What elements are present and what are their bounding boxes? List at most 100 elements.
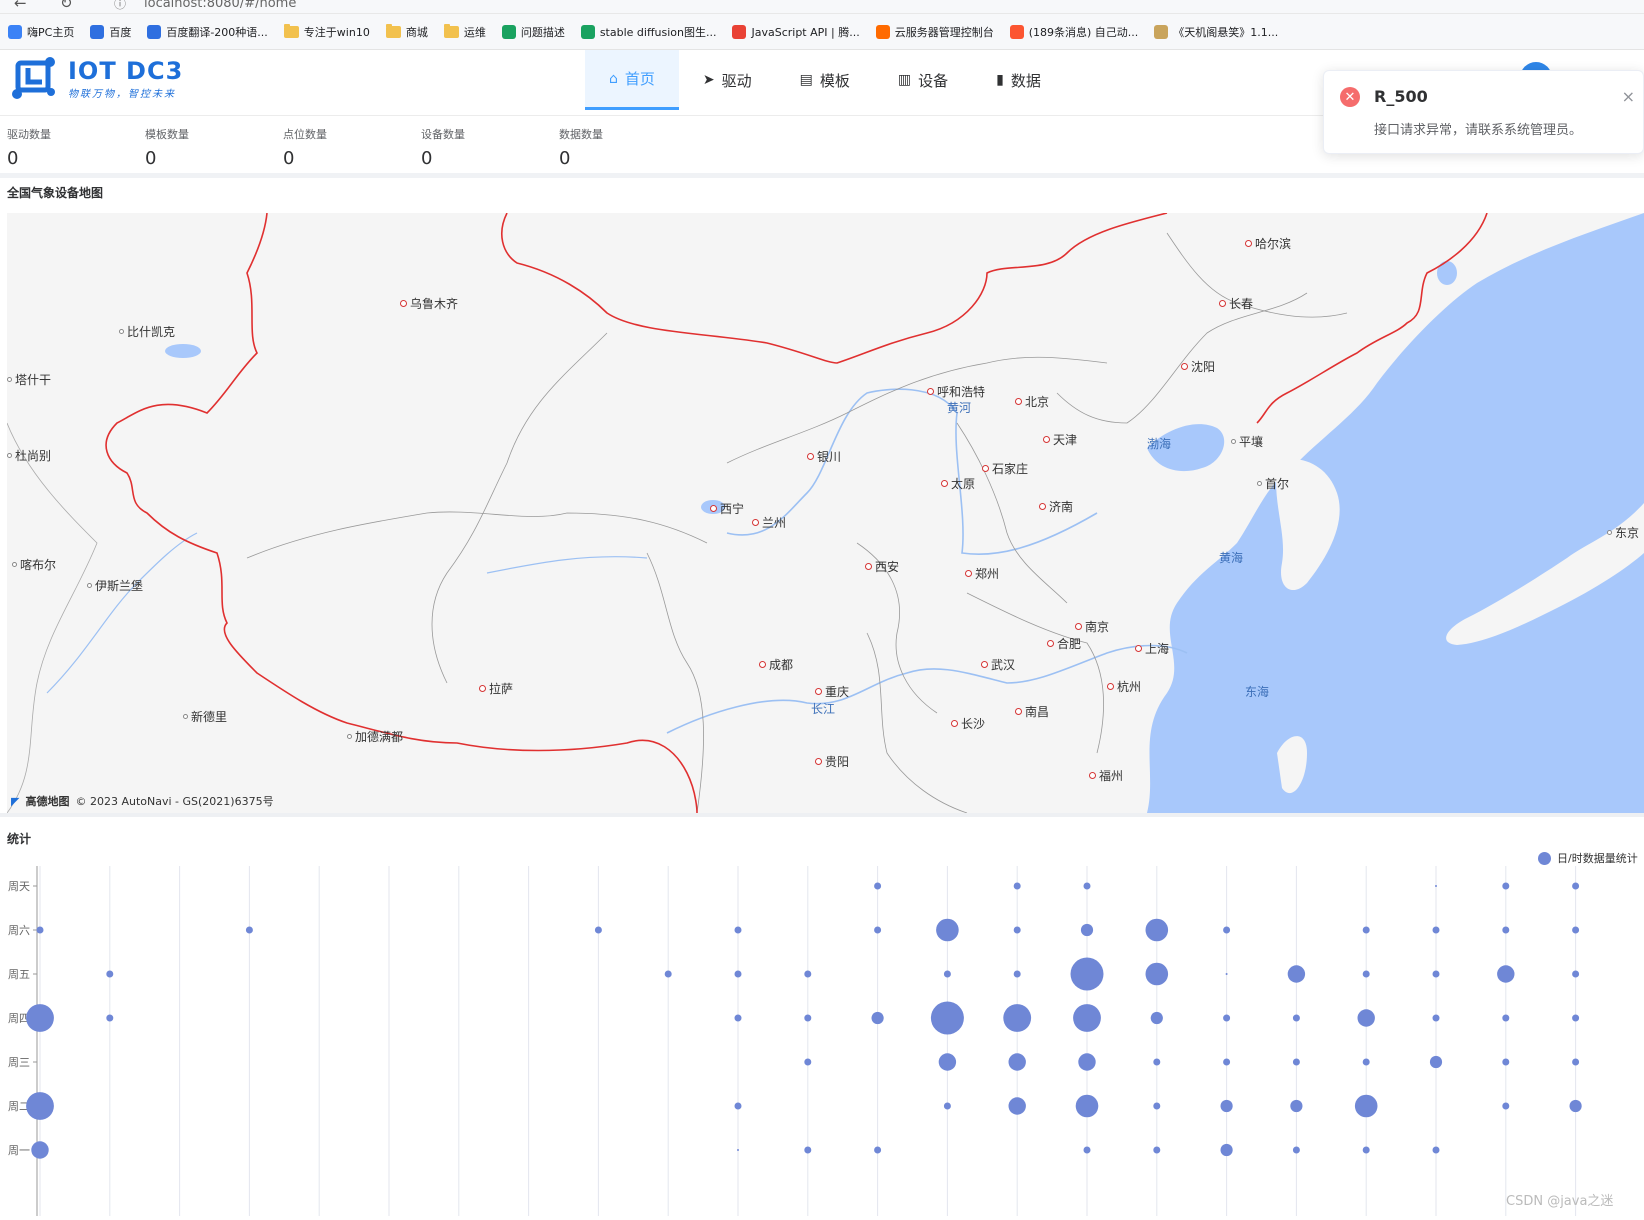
data-point[interactable] (1502, 1058, 1510, 1066)
data-point[interactable] (874, 882, 882, 890)
data-point[interactable] (1429, 1055, 1443, 1069)
data-point[interactable] (36, 926, 44, 934)
city-marker[interactable]: 喀布尔 (12, 556, 56, 573)
map-canvas[interactable] (7, 213, 1644, 813)
data-point[interactable] (245, 926, 253, 934)
city-marker[interactable]: 首尔 (1257, 475, 1289, 492)
data-point[interactable] (1502, 1014, 1510, 1022)
site-info-icon[interactable]: ⓘ (114, 0, 126, 12)
data-point[interactable] (938, 1053, 957, 1071)
bookmark-item[interactable]: 专注于win10 (283, 23, 370, 40)
city-marker[interactable]: 东京 (1607, 524, 1639, 541)
data-point[interactable] (1013, 926, 1021, 934)
logo[interactable]: IOT DC3 物联万物，智控未来 (10, 54, 183, 102)
bookmark-item[interactable]: JavaScript API | 腾... (732, 24, 860, 40)
bookmark-item[interactable]: 百度 (90, 24, 131, 40)
weather-device-map[interactable]: 哈尔滨 长春 沈阳 乌鲁木齐 比什凯克 塔什干 杜尚别 呼和浩特 北京 天津 平壤 首尔 银川 石家庄 太原… (7, 213, 1644, 813)
city-marker[interactable]: 武汉 (981, 656, 1015, 673)
data-point[interactable] (1003, 1004, 1032, 1032)
bookmark-item[interactable]: 嗨PC主页 (8, 24, 74, 40)
nav-item[interactable]: ⌂ 首页 (585, 50, 679, 110)
data-point[interactable] (804, 1014, 812, 1022)
city-marker[interactable]: 长沙 (951, 715, 985, 732)
data-point[interactable] (594, 926, 602, 934)
data-point[interactable] (1572, 926, 1580, 934)
data-point[interactable] (1572, 882, 1580, 890)
data-point[interactable] (664, 970, 672, 978)
nav-item[interactable]: ▥ 设备 (874, 50, 972, 110)
data-point[interactable] (1075, 1094, 1099, 1118)
city-marker[interactable]: 新德里 (183, 708, 227, 725)
bookmark-item[interactable]: 运维 (443, 23, 486, 40)
bookmark-item[interactable]: 问题描述 (501, 24, 565, 40)
data-point[interactable] (1153, 1058, 1161, 1066)
city-marker[interactable]: 贵阳 (815, 753, 849, 770)
data-point[interactable] (1145, 962, 1169, 986)
nav-item[interactable]: ▮ 数据 (972, 50, 1065, 110)
data-point[interactable] (1354, 1094, 1378, 1118)
close-icon[interactable]: × (1622, 87, 1635, 106)
data-point[interactable] (1153, 1102, 1161, 1110)
data-point[interactable] (1008, 1097, 1026, 1115)
bookmark-item[interactable]: 云服务器管理控制台 (875, 24, 994, 40)
data-point[interactable] (943, 970, 951, 978)
city-marker[interactable]: 拉萨 (479, 680, 513, 697)
reload-icon[interactable]: ↻ (60, 0, 73, 12)
city-marker[interactable]: 福州 (1089, 767, 1123, 784)
city-marker[interactable]: 杭州 (1107, 678, 1141, 695)
city-marker[interactable]: 西安 (865, 558, 899, 575)
city-marker[interactable]: 杜尚别 (7, 447, 51, 464)
data-point[interactable] (734, 1014, 742, 1022)
data-point[interactable] (1502, 1102, 1510, 1110)
data-point[interactable] (734, 1102, 742, 1110)
bookmark-item[interactable]: 《天机阁悬笑》1.1... (1154, 24, 1278, 40)
data-point[interactable] (804, 1058, 812, 1066)
city-marker[interactable]: 沈阳 (1181, 358, 1215, 375)
data-point[interactable] (1432, 1014, 1440, 1022)
data-point[interactable] (1432, 1146, 1440, 1154)
data-point[interactable] (1502, 882, 1510, 890)
city-marker[interactable]: 太原 (941, 475, 975, 492)
data-point[interactable] (1013, 882, 1021, 890)
data-point[interactable] (737, 1149, 739, 1151)
city-marker[interactable]: 合肥 (1047, 635, 1081, 652)
data-point[interactable] (1292, 1146, 1300, 1154)
city-marker[interactable]: 北京 (1015, 393, 1049, 410)
data-point[interactable] (1223, 926, 1231, 934)
data-point[interactable] (734, 926, 742, 934)
bookmark-item[interactable]: 百度翻译-200种语... (147, 24, 268, 40)
data-point[interactable] (1008, 1053, 1026, 1071)
chart-legend[interactable]: 日/时数据量统计 (1538, 850, 1638, 866)
city-marker[interactable]: 南昌 (1015, 703, 1049, 720)
back-icon[interactable]: ← (14, 0, 27, 12)
data-point[interactable] (31, 1141, 49, 1159)
data-point[interactable] (1292, 1014, 1300, 1022)
city-marker[interactable]: 济南 (1039, 498, 1073, 515)
city-marker[interactable]: 银川 (807, 448, 841, 465)
city-marker[interactable]: 成都 (759, 656, 793, 673)
data-point[interactable] (1153, 1146, 1161, 1154)
data-point[interactable] (1083, 882, 1091, 890)
data-point[interactable] (943, 1102, 951, 1110)
nav-item[interactable]: ➤ 驱动 (679, 50, 776, 110)
data-point[interactable] (1362, 1058, 1370, 1066)
data-point[interactable] (936, 918, 959, 942)
city-marker[interactable]: 西宁 (710, 500, 744, 517)
city-marker[interactable]: 兰州 (752, 514, 786, 531)
city-marker[interactable]: 哈尔滨 (1245, 235, 1291, 252)
nav-item[interactable]: ▤ 模板 (776, 50, 874, 110)
city-marker[interactable]: 上海 (1135, 640, 1169, 657)
data-point[interactable] (1432, 970, 1440, 978)
data-point[interactable] (1362, 926, 1370, 934)
city-marker[interactable]: 比什凯克 (119, 323, 175, 340)
bookmark-item[interactable]: (189条消息) 自己动... (1009, 24, 1138, 40)
city-marker[interactable]: 长春 (1219, 295, 1253, 312)
data-point[interactable] (1223, 1014, 1231, 1022)
data-point[interactable] (1145, 918, 1169, 942)
data-point[interactable] (871, 1011, 884, 1025)
data-point[interactable] (1223, 1058, 1231, 1066)
data-point[interactable] (930, 1001, 964, 1035)
data-point[interactable] (1572, 1014, 1580, 1022)
city-marker[interactable]: 南京 (1075, 618, 1109, 635)
data-point[interactable] (1357, 1009, 1375, 1027)
